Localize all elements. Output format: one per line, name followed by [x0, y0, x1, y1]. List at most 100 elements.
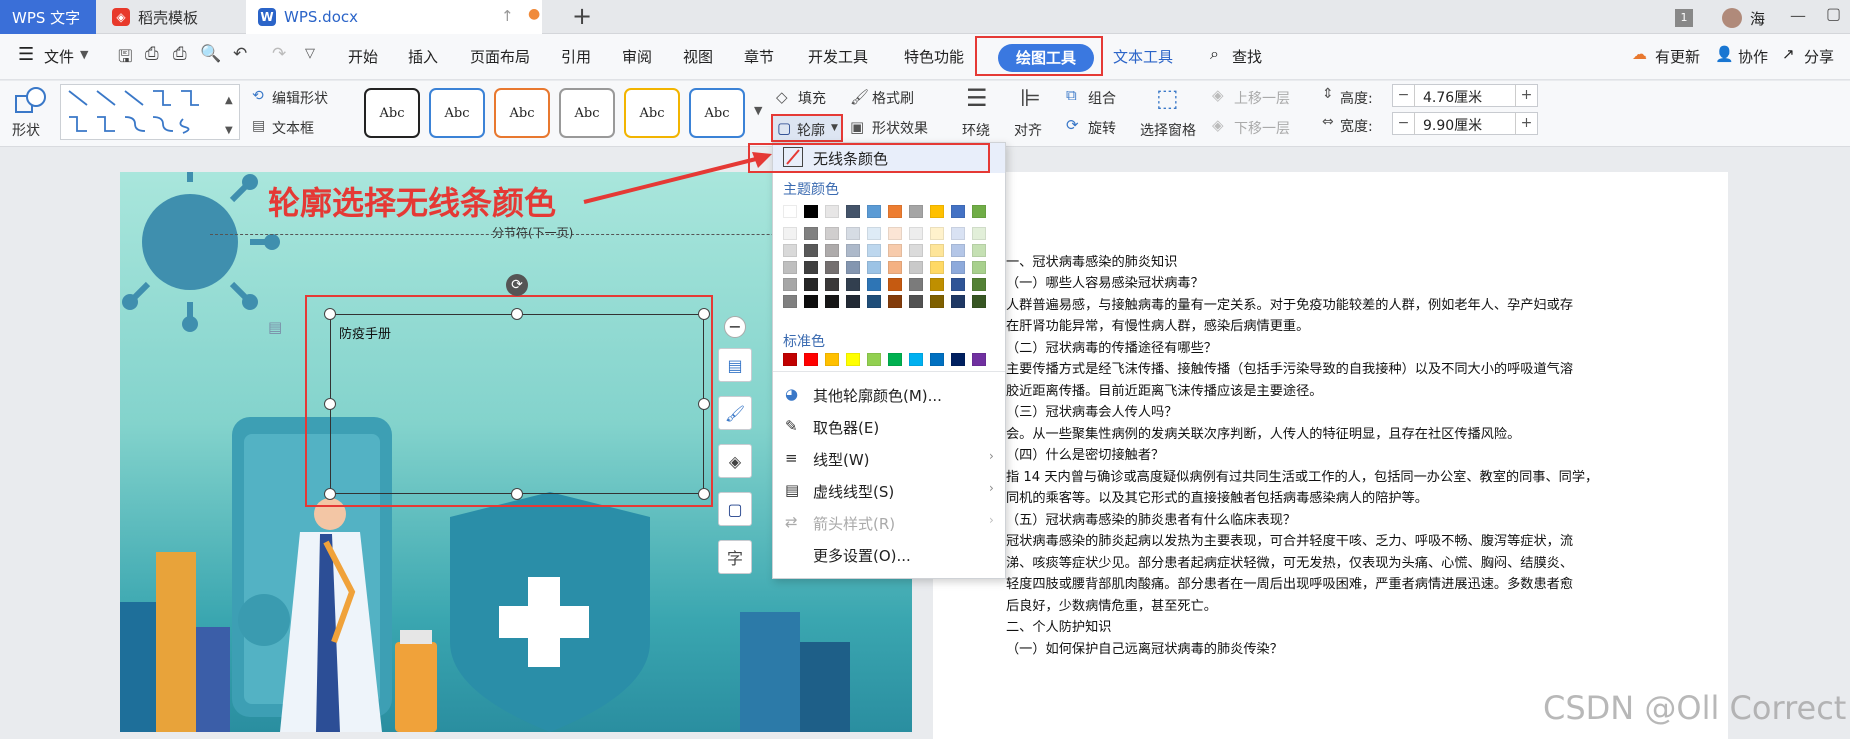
color-swatch[interactable] [930, 295, 944, 308]
upload-icon[interactable]: ↑ [501, 7, 514, 25]
undo-icon[interactable]: ↶ [233, 44, 247, 64]
color-swatch[interactable] [846, 244, 860, 257]
width-increase-button[interactable]: + [1515, 113, 1537, 134]
color-swatch[interactable] [846, 261, 860, 274]
color-swatch[interactable] [825, 261, 839, 274]
shape-icon[interactable] [14, 86, 48, 116]
avatar[interactable] [1722, 8, 1742, 28]
collab-button[interactable]: 协作 [1738, 46, 1768, 67]
fill-button[interactable]: 填充 [798, 88, 826, 108]
edit-shape-button[interactable]: 编辑形状 [272, 88, 328, 108]
color-swatch[interactable] [846, 227, 860, 240]
color-swatch[interactable] [972, 278, 986, 291]
color-swatch[interactable] [846, 353, 860, 366]
shape-style-6[interactable]: Abc [689, 88, 745, 138]
rotate-handle-icon[interactable]: ⟳ [506, 274, 528, 296]
resize-handle[interactable] [698, 398, 710, 410]
page-count-icon[interactable]: 1 [1675, 9, 1693, 27]
color-swatch[interactable] [930, 205, 944, 218]
color-swatch[interactable] [888, 261, 902, 274]
color-swatch[interactable] [825, 278, 839, 291]
color-swatch[interactable] [930, 244, 944, 257]
doc-paragraph[interactable]: 会。从一些聚集性病例的发病关联次序判断，人传人的特征明显，且存在社区传播风险。 [1006, 423, 1520, 442]
doc-paragraph[interactable]: （一）哪些人容易感染冠状病毒？ [1006, 272, 1204, 291]
shape-style-5[interactable]: Abc [624, 88, 680, 138]
width-decrease-button[interactable]: − [1393, 113, 1415, 134]
doc-paragraph[interactable]: （四）什么是密切接触者？ [1006, 444, 1164, 463]
color-swatch[interactable] [888, 278, 902, 291]
search-icon[interactable]: ⌕ [1210, 44, 1219, 64]
color-swatch[interactable] [951, 205, 965, 218]
menu-review[interactable]: 审阅 [622, 46, 652, 67]
shape-gallery[interactable]: ▲ ▼ [60, 84, 240, 140]
color-swatch[interactable] [804, 278, 818, 291]
outline-button[interactable]: ▢ 轮廓 ▼ [771, 114, 843, 142]
export-pdf-icon[interactable]: ⎙ [145, 44, 159, 64]
doc-paragraph[interactable]: 指 14 天内曾与确诊或高度疑似病例有过共同生活或工作的人，包括同一办公室、教室… [1006, 466, 1598, 485]
shape-button[interactable]: 形状 [12, 120, 40, 140]
arrow-style-item[interactable]: 箭头样式(R) [813, 513, 895, 534]
color-swatch[interactable] [909, 244, 923, 257]
color-swatch[interactable] [951, 353, 965, 366]
menu-page-layout[interactable]: 页面布局 [470, 46, 530, 67]
doc-paragraph[interactable]: （二）冠状病毒的传播途径有哪些？ [1006, 337, 1217, 356]
shape-effect-button[interactable]: 形状效果 [872, 118, 928, 138]
save-icon[interactable]: 🖫 [118, 44, 132, 73]
shape-style-1[interactable]: Abc [364, 88, 420, 138]
doc-paragraph[interactable]: 胶近距离传播。目前近距离飞沫传播应该是主要途径。 [1006, 380, 1323, 399]
color-swatch[interactable] [930, 353, 944, 366]
color-swatch[interactable] [804, 295, 818, 308]
color-swatch[interactable] [783, 261, 797, 274]
maximize-icon[interactable]: ▢ [1826, 4, 1841, 23]
height-field[interactable]: 4.76厘米 [1423, 87, 1482, 107]
color-swatch[interactable] [951, 227, 965, 240]
textbox-shape[interactable]: 防疫手册 [330, 314, 704, 494]
rotate-button[interactable]: 旋转 [1088, 118, 1116, 138]
color-swatch[interactable] [909, 353, 923, 366]
color-swatch[interactable] [972, 353, 986, 366]
menu-start[interactable]: 开始 [348, 46, 378, 67]
color-swatch[interactable] [783, 353, 797, 366]
shape-style-3[interactable]: Abc [494, 88, 550, 138]
tab-daoke-templates[interactable]: ◈ 稻壳模板 [100, 0, 242, 34]
color-swatch[interactable] [783, 295, 797, 308]
menu-insert[interactable]: 插入 [408, 46, 438, 67]
resize-handle[interactable] [698, 488, 710, 500]
shape-style-2[interactable]: Abc [429, 88, 485, 138]
doc-paragraph[interactable]: （三）冠状病毒会人传人吗？ [1006, 401, 1177, 420]
share-button[interactable]: 分享 [1804, 46, 1834, 67]
outline-float-button[interactable]: ▢ [718, 492, 752, 526]
width-field[interactable]: 9.90厘米 [1423, 115, 1482, 135]
color-swatch[interactable] [783, 278, 797, 291]
doc-paragraph[interactable]: 一、冠状病毒感染的肺炎知识 [1006, 251, 1177, 270]
doc-paragraph[interactable]: 冠状病毒感染的肺炎起病以发热为主要表现，可合并轻度干咳、乏力、呼吸不畅、腹泻等症… [1006, 530, 1573, 549]
color-swatch[interactable] [783, 244, 797, 257]
color-swatch[interactable] [846, 205, 860, 218]
color-swatch[interactable] [825, 205, 839, 218]
fill-float-button[interactable]: ◈ [718, 444, 752, 478]
menu-developer[interactable]: 开发工具 [808, 46, 868, 67]
menu-search[interactable]: 查找 [1232, 46, 1262, 67]
tab-document[interactable]: W WPS.docx ↑ ● [246, 0, 542, 34]
textbox-text[interactable]: 防疫手册 [339, 323, 391, 342]
style-more-icon[interactable]: ▼ [754, 104, 762, 117]
color-swatch[interactable] [888, 244, 902, 257]
line-type-item[interactable]: 线型(W) [813, 449, 870, 470]
color-swatch[interactable] [867, 295, 881, 308]
color-swatch[interactable] [951, 278, 965, 291]
height-stepper[interactable]: − 4.76厘米 + [1392, 84, 1538, 107]
collapse-icon[interactable]: − [724, 316, 746, 338]
user-name[interactable]: 海 [1750, 8, 1765, 29]
color-swatch[interactable] [825, 227, 839, 240]
color-swatch[interactable] [930, 278, 944, 291]
width-stepper[interactable]: − 9.90厘米 + [1392, 112, 1538, 135]
doc-paragraph[interactable]: 二、个人防护知识 [1006, 616, 1112, 635]
resize-handle[interactable] [324, 488, 336, 500]
redo-icon[interactable]: ↷ [272, 44, 286, 64]
doc-paragraph[interactable]: 轻度四肢或腰背部肌肉酸痛。部分患者在一周后出现呼吸困难，严重者病情进展迅速。多数… [1006, 573, 1573, 592]
shape-style-float-button[interactable]: ▤ [718, 348, 752, 382]
color-swatch[interactable] [909, 205, 923, 218]
resize-handle[interactable] [324, 308, 336, 320]
color-swatch[interactable] [867, 244, 881, 257]
height-increase-button[interactable]: + [1515, 85, 1537, 106]
